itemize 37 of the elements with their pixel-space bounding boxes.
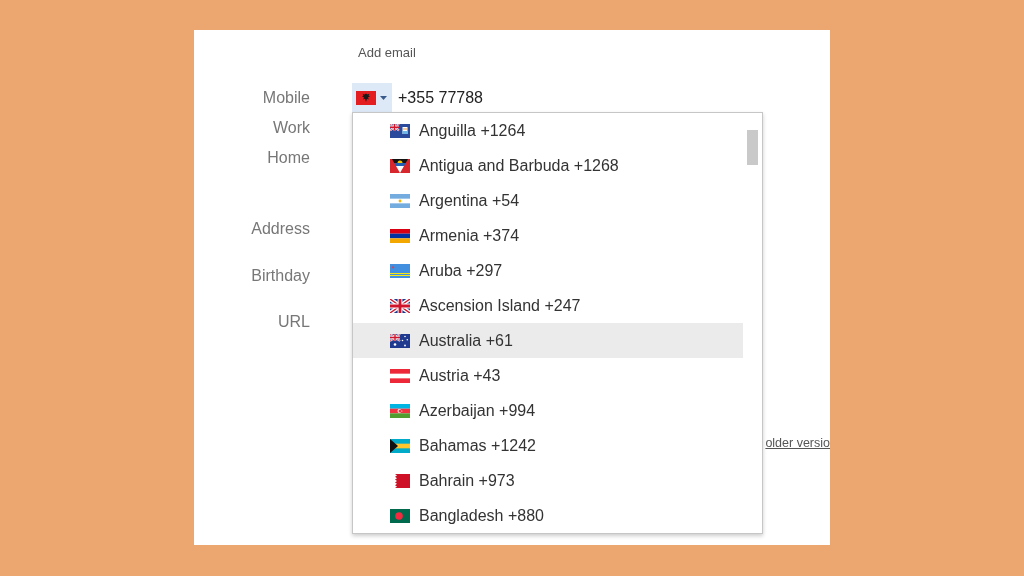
austria-flag-icon: [390, 368, 410, 383]
field-label: URL: [278, 313, 310, 331]
aruba-flag-icon: [390, 263, 410, 278]
scrollbar-thumb[interactable]: [747, 130, 758, 165]
union-jack-flag-icon: [390, 298, 410, 313]
country-option[interactable]: Armenia +374: [353, 218, 743, 253]
albania-flag-icon: [356, 91, 376, 105]
add-email-link[interactable]: Add email: [358, 45, 416, 60]
armenia-flag-icon: [390, 228, 410, 243]
bahamas-flag-icon: [390, 438, 410, 453]
country-option[interactable]: Bahamas +1242: [353, 428, 743, 463]
field-label: Birthday: [251, 267, 310, 285]
older-version-link[interactable]: older versio: [765, 436, 830, 450]
country-option[interactable]: Antigua and Barbuda +1268: [353, 148, 743, 183]
country-option[interactable]: Australia +61: [353, 323, 743, 358]
country-option[interactable]: Argentina +54: [353, 183, 743, 218]
azerbaijan-flag-icon: [390, 403, 410, 418]
bahrain-flag-icon: [390, 473, 410, 488]
country-option[interactable]: Anguilla +1264: [353, 113, 743, 148]
country-option[interactable]: Bangladesh +880: [353, 498, 743, 533]
country-option[interactable]: Aruba +297: [353, 253, 743, 288]
argentina-flag-icon: [390, 193, 410, 208]
australia-flag-icon: [390, 333, 410, 348]
country-code-button[interactable]: [352, 83, 392, 113]
field-label: Home: [267, 149, 310, 167]
antigua-flag-icon: [390, 158, 410, 173]
phone-number-field[interactable]: +355 77788: [398, 84, 598, 112]
country-option[interactable]: Ascension Island +247: [353, 288, 743, 323]
anguilla-flag-icon: [390, 123, 410, 138]
bangladesh-flag-icon: [390, 508, 410, 523]
country-option[interactable]: Bahrain +973: [353, 463, 743, 498]
caret-icon: [380, 96, 387, 100]
field-label: Mobile: [262, 89, 310, 107]
country-option[interactable]: Azerbaijan +994: [353, 393, 743, 428]
field-label: Address: [251, 220, 310, 238]
field-label: Work: [272, 119, 310, 137]
country-option[interactable]: Austria +43: [353, 358, 743, 393]
